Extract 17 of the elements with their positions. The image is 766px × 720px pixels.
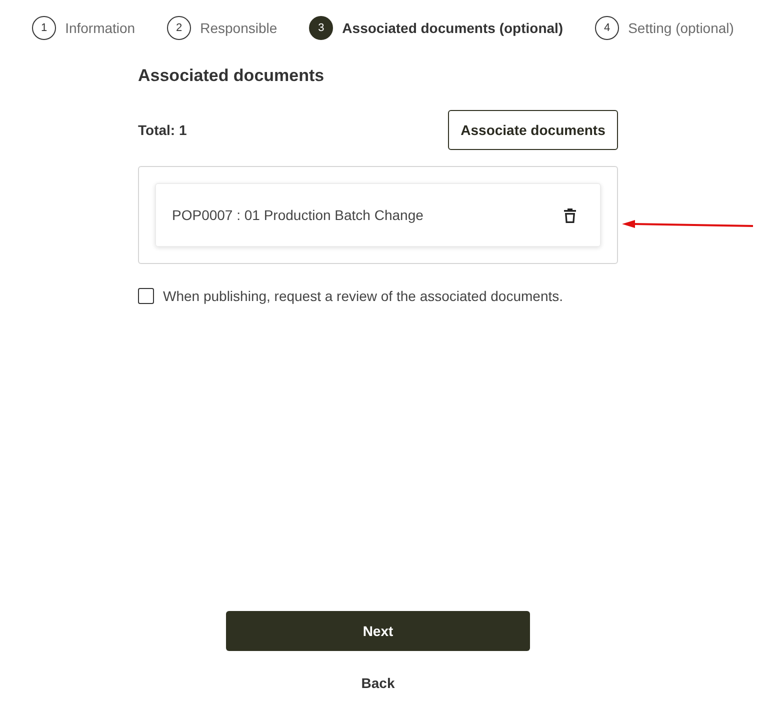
checkbox-label[interactable]: When publishing, request a review of the associated documents.: [163, 288, 564, 304]
step-number: 1: [32, 16, 56, 40]
step-number: 4: [595, 16, 620, 40]
next-button[interactable]: Next: [226, 611, 530, 651]
document-title[interactable]: POP0007 : 01 Production Batch Change: [172, 207, 424, 223]
trash-icon[interactable]: [564, 208, 576, 222]
step-label[interactable]: Information: [65, 20, 136, 36]
step-label[interactable]: Setting (optional): [628, 20, 734, 36]
associate-documents-button[interactable]: Associate documents: [448, 110, 618, 150]
back-button[interactable]: Back: [355, 673, 401, 693]
section-title: Associated documents: [138, 66, 326, 87]
total-count: Total: 1: [138, 122, 187, 138]
step-label[interactable]: Responsible: [200, 20, 278, 36]
step-number: 2: [167, 16, 192, 40]
checkbox[interactable]: [138, 288, 154, 304]
step-label[interactable]: Associated documents (optional): [342, 20, 564, 36]
step-number: 3: [309, 16, 334, 40]
